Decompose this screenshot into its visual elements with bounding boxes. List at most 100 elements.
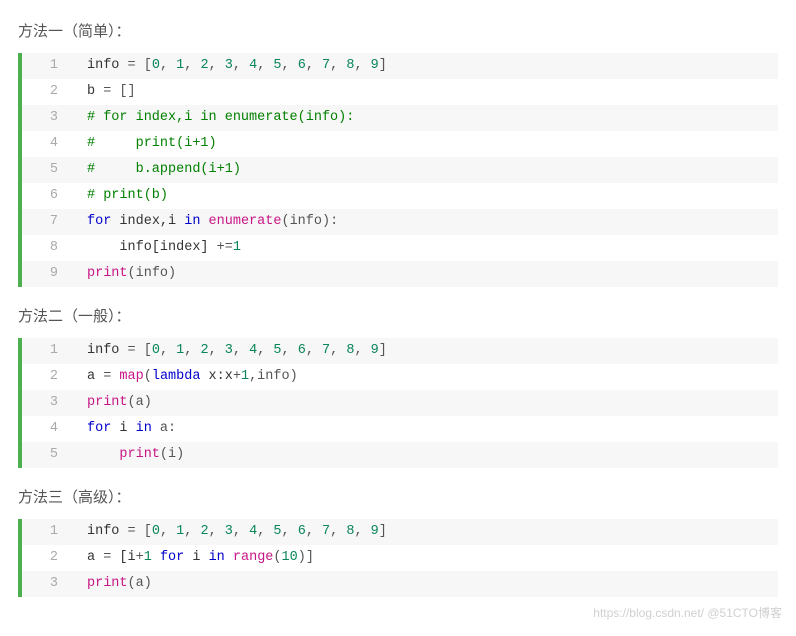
line-number: 5 [22, 157, 69, 183]
code-token: , [233, 58, 249, 73]
code-token: ] [379, 524, 387, 539]
code-token: (info) [128, 266, 177, 281]
code-line: 5 print(i) [22, 442, 778, 468]
code-line: 2a = map(lambda x:x+1,info) [22, 364, 778, 390]
code-token: , [354, 343, 370, 358]
line-number: 1 [22, 53, 69, 79]
code-token: # b.append(i+1) [87, 162, 241, 177]
code-token: = [128, 524, 136, 539]
watermark-text: https://blog.csdn.net/ @51CTO博客 [593, 604, 782, 621]
code-token: = [128, 58, 136, 73]
code-line: 4for i in a: [22, 416, 778, 442]
code-token: (a) [128, 576, 152, 591]
code-token: 4 [249, 343, 257, 358]
code-token: 6 [298, 343, 306, 358]
line-number: 4 [22, 416, 69, 442]
code-token: 9 [371, 524, 379, 539]
code-token: print [87, 266, 128, 281]
code-token: info [87, 343, 128, 358]
code-token: for [87, 214, 111, 229]
line-number: 3 [22, 571, 69, 597]
code-token: # for index,i in enumerate(info): [87, 110, 354, 125]
code-token [225, 550, 233, 565]
code-block: 1info = [0, 1, 2, 3, 4, 5, 6, 7, 8, 9]2a… [18, 338, 778, 468]
code-token: , [257, 58, 273, 73]
code-token: (info): [281, 214, 338, 229]
code-token: )] [298, 550, 314, 565]
code-token: print [87, 395, 128, 410]
code-token: 7 [322, 58, 330, 73]
code-token: 4 [249, 524, 257, 539]
code-line: 3 # for index,i in enumerate(info): [22, 105, 778, 131]
line-number: 1 [22, 338, 69, 364]
code-token: [] [111, 84, 135, 99]
code-line: 8 info[index] +=1 [22, 235, 778, 261]
code-token: , [330, 343, 346, 358]
code-token: , [184, 343, 200, 358]
code-token: , [184, 58, 200, 73]
code-token: a [87, 550, 103, 565]
line-number: 2 [22, 364, 69, 390]
code-token: 0 [152, 524, 160, 539]
code-content: print(i) [69, 442, 778, 468]
code-token: 9 [371, 58, 379, 73]
line-number: 3 [22, 390, 69, 416]
code-token: in [184, 214, 200, 229]
code-token: , [306, 58, 322, 73]
section-heading: 方法二（一般）： [18, 305, 778, 326]
code-token: 1 [144, 550, 152, 565]
code-token: [ [136, 58, 152, 73]
code-token: += [217, 240, 233, 255]
code-token: , [330, 524, 346, 539]
code-token: , [209, 58, 225, 73]
code-token: , [233, 524, 249, 539]
code-token: 4 [249, 58, 257, 73]
code-line: 5 # b.append(i+1) [22, 157, 778, 183]
code-content: # print(i+1) [69, 131, 778, 157]
code-token: 5 [273, 343, 281, 358]
code-token: 2 [200, 343, 208, 358]
code-token: i [111, 421, 135, 436]
code-token: # print(i+1) [87, 136, 217, 151]
code-line: 6# print(b) [22, 183, 778, 209]
code-content: print(a) [69, 390, 778, 416]
code-token: , [209, 524, 225, 539]
code-token: , [257, 343, 273, 358]
code-content: # for index,i in enumerate(info): [69, 105, 778, 131]
code-token: , [306, 343, 322, 358]
code-token: , [330, 58, 346, 73]
code-content: info = [0, 1, 2, 3, 4, 5, 6, 7, 8, 9] [69, 519, 778, 545]
code-line: 4# print(i+1) [22, 131, 778, 157]
code-token: index,i [111, 214, 184, 229]
line-number: 5 [22, 442, 69, 468]
code-token: , [233, 343, 249, 358]
code-token: , [306, 524, 322, 539]
code-token: 3 [225, 524, 233, 539]
code-line: 2b = [] [22, 79, 778, 105]
code-token: , [184, 524, 200, 539]
line-number: 9 [22, 261, 69, 287]
code-line: 1info = [0, 1, 2, 3, 4, 5, 6, 7, 8, 9] [22, 53, 778, 79]
code-token: + [136, 550, 144, 565]
code-token: ] [379, 58, 387, 73]
code-token: ,info) [249, 369, 298, 384]
code-line: 9print(info) [22, 261, 778, 287]
code-token: , [282, 524, 298, 539]
code-token: in [136, 421, 152, 436]
code-line: 7for index,i in enumerate(info): [22, 209, 778, 235]
code-content: a = map(lambda x:x+1,info) [69, 364, 778, 390]
code-token: , [257, 524, 273, 539]
code-token: 6 [298, 524, 306, 539]
code-token: range [233, 550, 274, 565]
code-token: 7 [322, 343, 330, 358]
code-token: # print(b) [87, 188, 168, 203]
code-content: print(info) [69, 261, 778, 287]
code-token: , [160, 343, 176, 358]
code-token: 10 [282, 550, 298, 565]
code-token: a [87, 369, 103, 384]
line-number: 3 [22, 105, 69, 131]
code-token: in [209, 550, 225, 565]
code-token: for [160, 550, 184, 565]
code-token: info [87, 524, 128, 539]
code-token: x:x [200, 369, 232, 384]
